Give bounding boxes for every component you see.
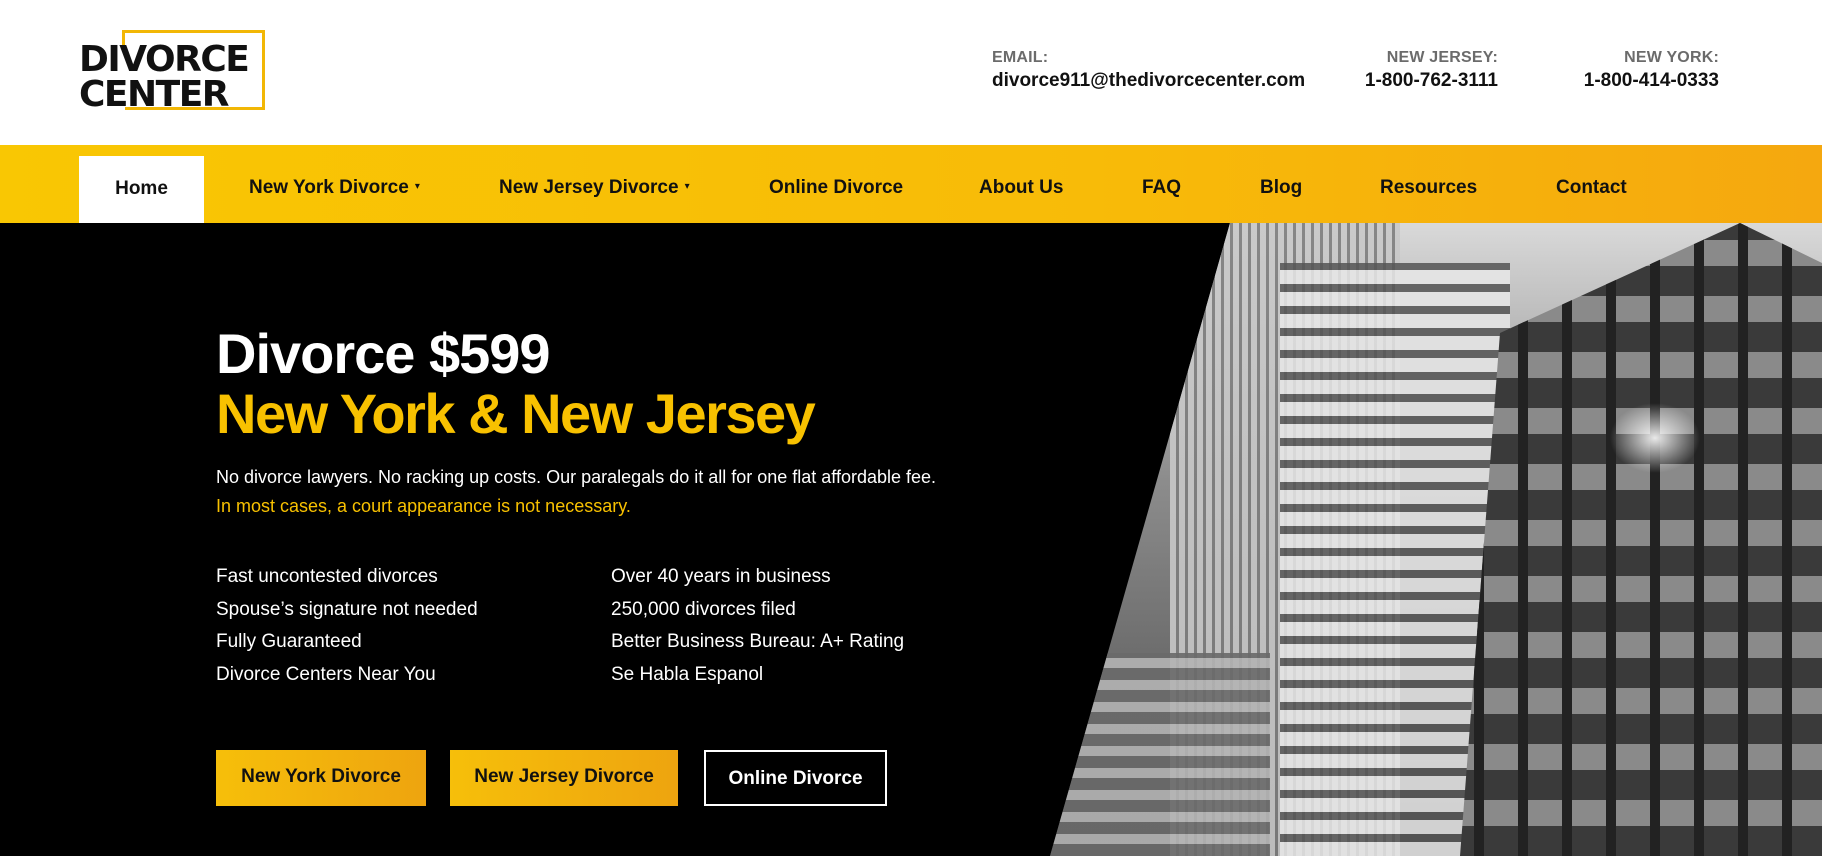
- feature-item: Spouse’s signature not needed: [216, 598, 478, 620]
- nav-blog[interactable]: Blog: [1260, 145, 1302, 223]
- ny-contact: NEW YORK: 1-800-414-0333: [1584, 48, 1719, 94]
- nav-online-divorce-label: Online Divorce: [769, 177, 904, 198]
- email-link[interactable]: divorce911@thedivorcecenter.com: [992, 68, 1305, 94]
- nav-contact[interactable]: Contact: [1556, 145, 1627, 223]
- sun-glare: [1610, 403, 1700, 473]
- email-contact: EMAIL: divorce911@thedivorcecenter.com: [992, 48, 1305, 94]
- nav-faq[interactable]: FAQ: [1142, 145, 1181, 223]
- ny-phone-label: NEW YORK:: [1624, 49, 1719, 66]
- new-jersey-divorce-button[interactable]: New Jersey Divorce: [450, 750, 678, 806]
- feature-item: Better Business Bureau: A+ Rating: [611, 631, 905, 652]
- features-right-list: Over 40 years in business 250,000 divorc…: [611, 561, 904, 691]
- nav-resources-label: Resources: [1380, 177, 1478, 198]
- feature-item: 250,000 divorces filed: [611, 598, 796, 620]
- hero-title-region: New York & New Jersey: [216, 382, 816, 445]
- main-nav: Home New York Divorce ▾ New Jersey Divorc…: [0, 145, 1822, 236]
- nav-blog-label: Blog: [1260, 177, 1303, 198]
- feature-item: Fast uncontested divorces: [216, 566, 438, 587]
- nav-about-us[interactable]: About Us: [979, 145, 1063, 223]
- nj-contact: NEW JERSEY: 1-800-762-3111: [1365, 48, 1498, 94]
- nav-new-jersey-divorce[interactable]: New Jersey Divorce ▾: [499, 145, 690, 223]
- low-building-shape: [1050, 653, 1270, 856]
- nav-online-divorce[interactable]: Online Divorce: [769, 145, 903, 223]
- ny-phone-link[interactable]: 1-800-414-0333: [1584, 68, 1719, 94]
- nav-contact-label: Contact: [1556, 177, 1627, 198]
- logo-line2: CENTER: [79, 74, 230, 115]
- hero-section: Divorce $599 New York & New Jersey No di…: [0, 223, 1822, 856]
- nav-new-jersey-divorce-label: New Jersey Divorce: [499, 177, 679, 198]
- nj-phone-label: NEW JERSEY:: [1386, 49, 1498, 66]
- nav-home-label: Home: [115, 178, 168, 199]
- hero-title-price: Divorce $599: [216, 322, 551, 385]
- logo[interactable]: DIVORCE CENTER: [79, 30, 265, 115]
- hero-note: In most cases, a court appearance is not…: [216, 496, 631, 516]
- nav-resources[interactable]: Resources: [1380, 145, 1477, 223]
- feature-item: Se Habla Espanol: [611, 663, 764, 685]
- site-header: DIVORCE CENTER EMAIL: divorce911@thedivo…: [0, 0, 1822, 145]
- nj-phone-link[interactable]: 1-800-762-3111: [1365, 68, 1498, 94]
- feature-item[interactable]: Divorce Centers Near You: [216, 659, 478, 692]
- nav-new-york-divorce-label: New York Divorce: [249, 177, 409, 198]
- features-left-list: Fast uncontested divorces Spouse’s signa…: [216, 561, 478, 691]
- nav-about-us-label: About Us: [979, 177, 1064, 198]
- logo-text: DIVORCE CENTER: [79, 42, 250, 115]
- new-york-divorce-button[interactable]: New York Divorce: [216, 750, 426, 806]
- city-buildings-image: [1050, 223, 1822, 856]
- feature-item: Over 40 years in business: [611, 566, 831, 587]
- nav-faq-label: FAQ: [1142, 177, 1182, 198]
- nav-new-york-divorce[interactable]: New York Divorce ▾: [249, 145, 420, 223]
- chevron-down-icon: ▾: [414, 181, 420, 192]
- hero-subtitle: No divorce lawyers. No racking up costs.…: [216, 467, 937, 487]
- online-divorce-button[interactable]: Online Divorce: [704, 750, 887, 806]
- email-label: EMAIL:: [992, 49, 1049, 66]
- feature-item: Fully Guaranteed: [216, 631, 362, 652]
- chevron-down-icon: ▾: [684, 181, 690, 192]
